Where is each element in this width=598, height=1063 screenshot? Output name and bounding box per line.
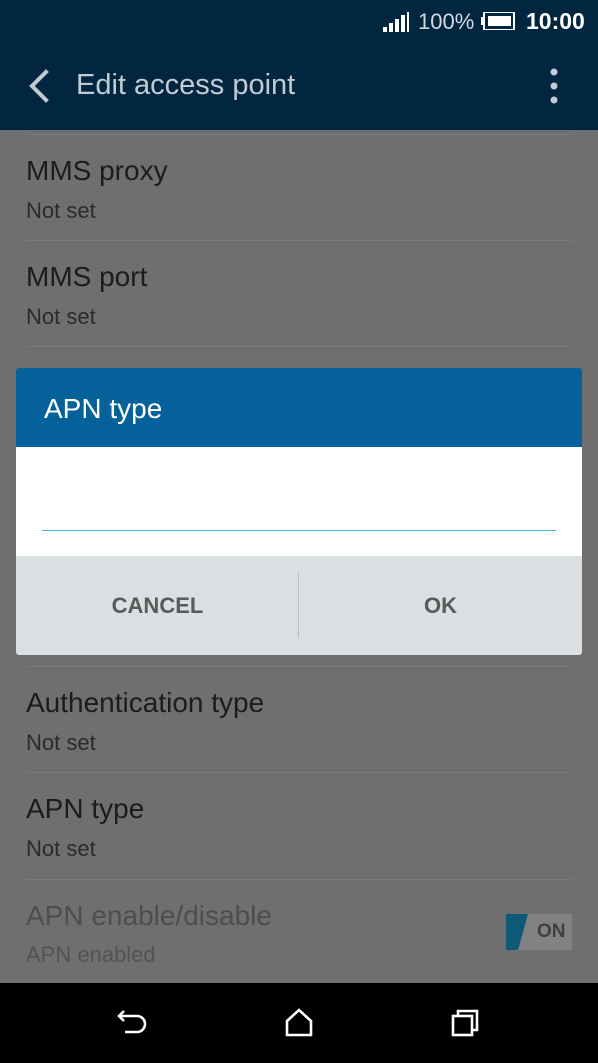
- apn-type-input[interactable]: [42, 475, 556, 531]
- setting-value: APN enabled: [26, 942, 156, 967]
- setting-value: Not set: [26, 730, 96, 755]
- toggle-label: ON: [537, 921, 566, 942]
- setting-title: APN enable/disable: [26, 900, 272, 931]
- dialog-body: [16, 447, 582, 556]
- setting-row-apn-type[interactable]: APN type Not set: [26, 772, 572, 879]
- setting-row-apn-enable[interactable]: APN enable/disable APN enabled ON: [26, 879, 572, 983]
- navigation-bar: [0, 983, 598, 1063]
- ok-button[interactable]: OK: [299, 556, 582, 655]
- toggle-knob: [506, 914, 528, 950]
- recents-icon[interactable]: [445, 1005, 485, 1041]
- setting-row-mms-port[interactable]: MMS port Not set: [26, 240, 572, 346]
- setting-value: Not set: [26, 198, 96, 223]
- setting-title: MMS port: [26, 261, 148, 292]
- home-icon[interactable]: [279, 1005, 319, 1041]
- page-title: Edit access point: [76, 69, 296, 101]
- setting-row-mms-proxy[interactable]: MMS proxy Not set: [26, 134, 572, 240]
- setting-title: Authentication type: [26, 687, 265, 718]
- setting-value: Not set: [26, 836, 96, 861]
- more-vert-icon[interactable]: [541, 66, 567, 106]
- cancel-button[interactable]: CANCEL: [16, 556, 299, 655]
- setting-title: APN type: [26, 793, 145, 824]
- back-arrow-icon[interactable]: [113, 1005, 153, 1041]
- setting-row-authentication-type[interactable]: Authentication type Not set: [26, 666, 572, 772]
- setting-value: Not set: [26, 304, 96, 329]
- chevron-left-icon[interactable]: [24, 68, 52, 104]
- dialog-actions: CANCEL OK: [16, 556, 582, 655]
- apn-type-dialog: APN type CANCEL OK: [16, 368, 582, 655]
- setting-title: MMS proxy: [26, 155, 168, 186]
- battery-percent: 100%: [418, 9, 475, 34]
- clock-time: 10:00: [526, 8, 585, 34]
- apn-enable-toggle[interactable]: ON: [506, 914, 572, 950]
- dialog-title: APN type: [44, 393, 163, 424]
- battery-icon: [481, 12, 515, 30]
- dialog-header: APN type: [16, 368, 582, 447]
- status-bar: 100% 10:00: [0, 0, 598, 44]
- signal-bars-icon: [383, 12, 409, 32]
